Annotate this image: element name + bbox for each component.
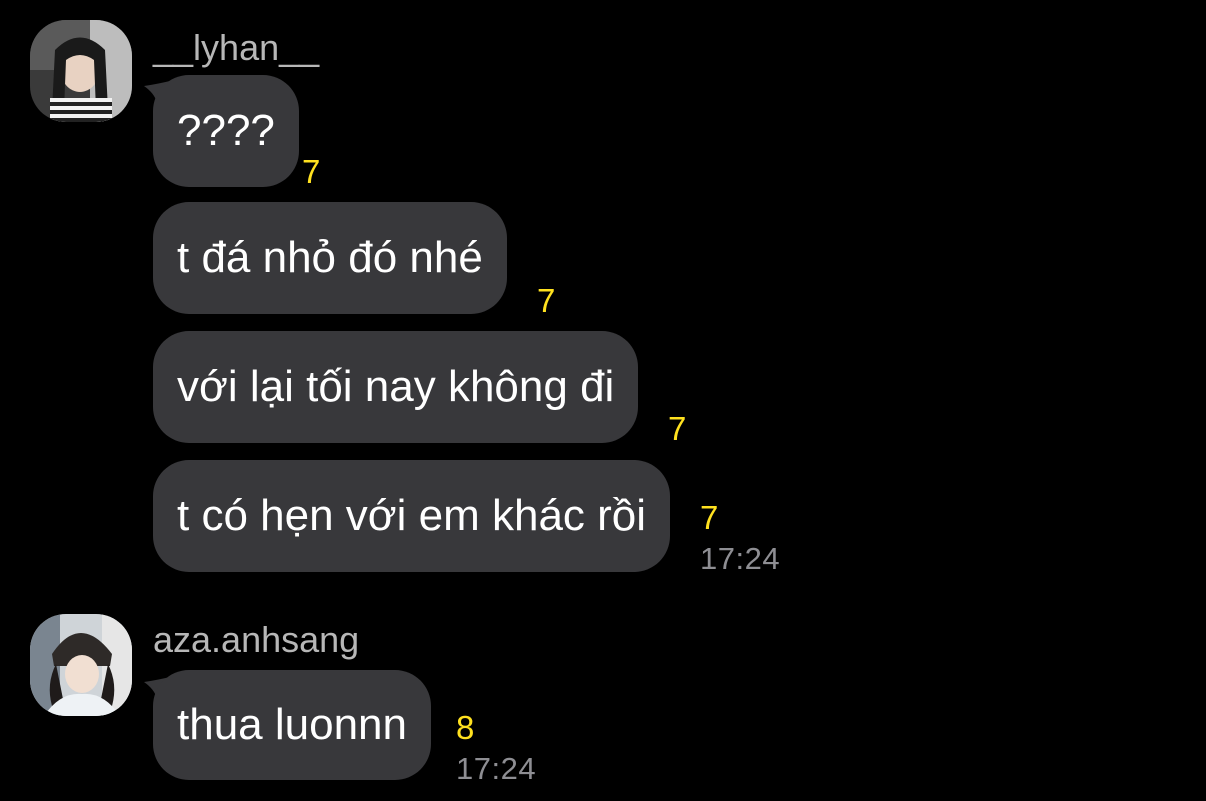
message-bubble[interactable]: ???? bbox=[153, 75, 299, 187]
message-text: t có hẹn với em khác rồi bbox=[177, 491, 647, 540]
view-count: 7 bbox=[668, 410, 687, 447]
message-bubble[interactable]: thua luonnn bbox=[153, 670, 431, 780]
message-text: với lại tối nay không đi bbox=[177, 362, 615, 411]
username[interactable]: aza.anhsang bbox=[153, 620, 359, 660]
message-text: ???? bbox=[177, 106, 275, 155]
message-text: thua luonnn bbox=[177, 700, 407, 749]
view-count: 7 bbox=[537, 282, 556, 319]
view-count: 8 bbox=[456, 709, 475, 746]
message-bubble[interactable]: t đá nhỏ đó nhé bbox=[153, 202, 507, 314]
username[interactable]: __lyhan__ bbox=[153, 28, 319, 68]
user-avatar-icon bbox=[30, 614, 132, 716]
user-avatar-icon bbox=[30, 20, 132, 122]
message-timestamp: 17:24 bbox=[456, 751, 537, 786]
view-count: 7 bbox=[700, 499, 719, 536]
message-bubble[interactable]: với lại tối nay không đi bbox=[153, 331, 639, 443]
message-timestamp: 17:24 bbox=[700, 541, 781, 576]
view-count: 7 bbox=[302, 153, 321, 190]
message-text: t đá nhỏ đó nhé bbox=[177, 233, 483, 282]
message-bubble[interactable]: t có hẹn với em khác rồi bbox=[153, 460, 671, 572]
avatar[interactable] bbox=[30, 20, 132, 122]
avatar[interactable] bbox=[30, 614, 132, 716]
